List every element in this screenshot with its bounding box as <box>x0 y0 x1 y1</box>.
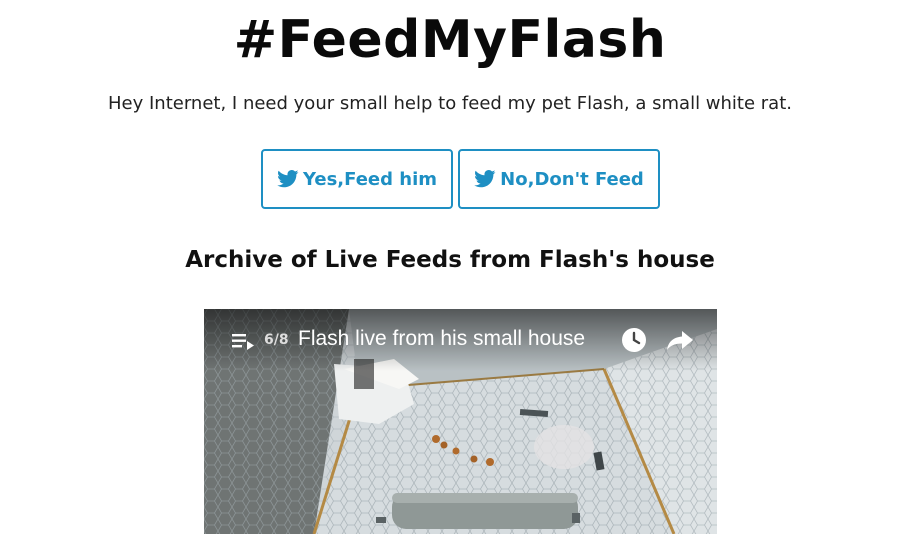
video-title-bar: 6/8 Flash live from his small house <box>204 309 717 371</box>
twitter-bird-icon <box>277 170 299 188</box>
playlist-icon[interactable] <box>232 331 254 351</box>
no-feed-label: No,Don't Feed <box>500 168 644 190</box>
page: #FeedMyFlash Hey Internet, I need your s… <box>0 0 900 534</box>
yes-feed-button[interactable]: Yes,Feed him <box>261 149 453 209</box>
video-player[interactable]: 6/8 Flash live from his small house <box>204 309 717 534</box>
no-feed-button[interactable]: No,Don't Feed <box>458 149 660 209</box>
yes-feed-label: Yes,Feed him <box>302 168 437 190</box>
archive-heading: Archive of Live Feeds from Flash's house <box>185 247 715 273</box>
video-title[interactable]: Flash live from his small house <box>298 325 585 353</box>
page-subtitle: Hey Internet, I need your small help to … <box>108 93 792 114</box>
page-title: #FeedMyFlash <box>233 10 667 70</box>
playlist-position: 6/8 <box>264 332 289 348</box>
watch-later-clock-icon[interactable] <box>621 327 647 353</box>
twitter-bird-icon <box>474 170 496 188</box>
share-arrow-icon[interactable] <box>666 329 694 351</box>
